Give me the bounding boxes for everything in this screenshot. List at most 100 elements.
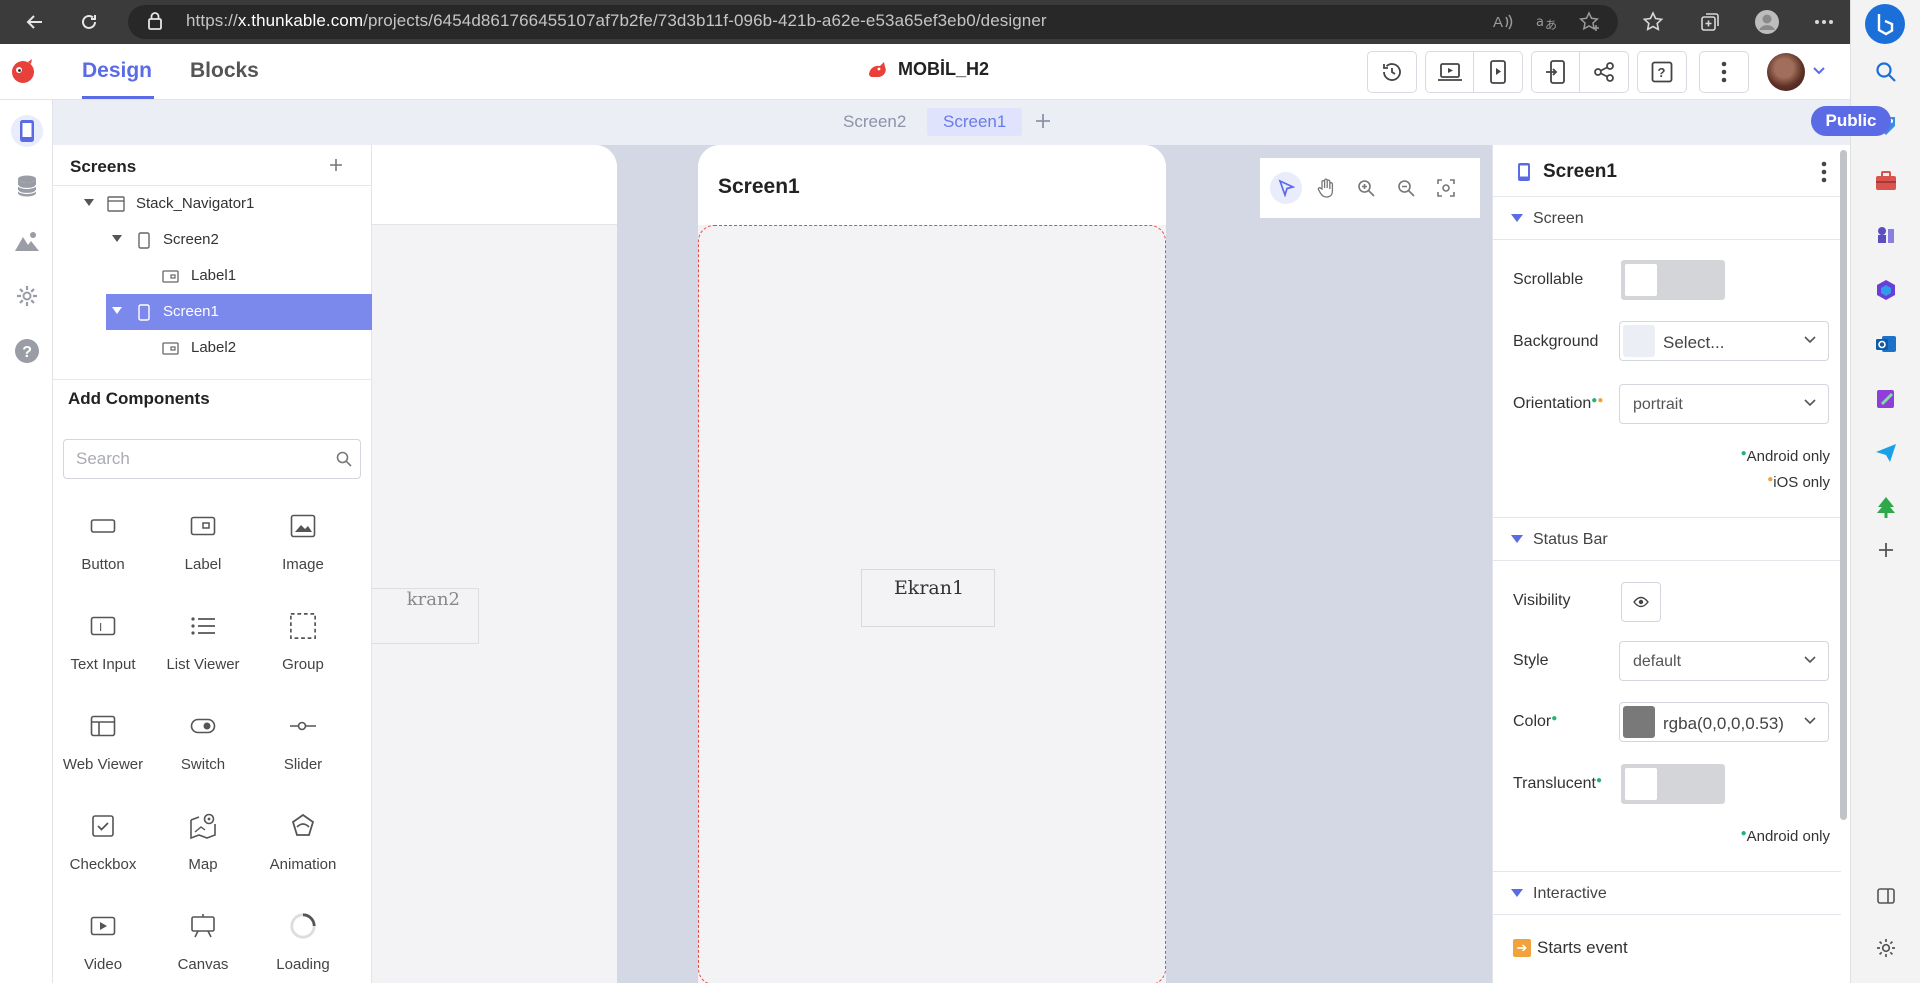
tree-icon[interactable] (1873, 494, 1899, 520)
sidebar-settings-icon[interactable] (1873, 935, 1899, 961)
send-icon[interactable] (1873, 440, 1899, 466)
m365-icon[interactable] (1873, 277, 1899, 303)
component-slider[interactable]: Slider (253, 712, 353, 802)
translucent-toggle[interactable] (1621, 764, 1725, 804)
screen1-label-box[interactable]: Ekran1 (861, 569, 995, 627)
url-text[interactable]: https://x.thunkable.com/projects/6454d86… (186, 11, 1047, 31)
component-label: Image (282, 556, 324, 573)
back-button[interactable] (20, 8, 50, 36)
thunkable-logo-icon[interactable] (10, 58, 36, 84)
color-select[interactable]: rgba(0,0,0,0.53) (1619, 702, 1829, 742)
search-input[interactable] (64, 440, 324, 478)
svg-text:?: ? (22, 344, 32, 361)
component-label[interactable]: Label (153, 512, 253, 602)
add-screen-tab-button[interactable] (1035, 113, 1051, 129)
hide-sidebar-icon[interactable] (1873, 883, 1899, 909)
tree-row-screen1[interactable]: Screen1 (106, 294, 372, 330)
tab-screen2[interactable]: Screen2 (827, 108, 922, 136)
component-group[interactable]: Group (253, 612, 353, 702)
project-title-group[interactable]: MOBİL_H2 (866, 59, 989, 80)
share-button[interactable] (1580, 52, 1628, 92)
component-image[interactable]: Image (253, 512, 353, 602)
component-video[interactable]: Video (53, 912, 153, 983)
help-button[interactable]: ? (1638, 52, 1686, 92)
component-map[interactable]: Map (153, 812, 253, 902)
component-text-input[interactable]: I Text Input (53, 612, 153, 702)
starts-event-row[interactable]: ➔ Starts event (1513, 938, 1628, 958)
version-history-button[interactable] (1368, 52, 1416, 92)
component-animation[interactable]: Animation (253, 812, 353, 902)
background-select[interactable]: Select... (1619, 321, 1829, 361)
screen2-label-box[interactable]: kran2 (372, 588, 479, 644)
assets-rail-button[interactable] (11, 225, 43, 257)
component-checkbox[interactable]: Checkbox (53, 812, 153, 902)
scrollable-toggle[interactable] (1621, 260, 1725, 300)
screen1-drop-zone[interactable]: Ekran1 (698, 225, 1166, 983)
tree-row-label1[interactable]: Label1 (53, 258, 372, 294)
component-list-viewer[interactable]: List Viewer (153, 612, 253, 702)
component-canvas[interactable]: Canvas (153, 912, 253, 983)
chevron-down-icon[interactable] (1812, 66, 1826, 76)
label-icon (189, 512, 217, 540)
section-status-bar[interactable]: Status Bar (1493, 517, 1841, 561)
outlook-icon[interactable] (1873, 331, 1899, 357)
designer-icon[interactable] (1873, 386, 1899, 412)
expand-caret-icon[interactable] (84, 199, 94, 206)
add-favorite-icon[interactable] (1577, 10, 1603, 34)
copilot-icon[interactable] (1865, 4, 1905, 44)
fit-screen-button[interactable] (1430, 172, 1462, 204)
more-menu-icon[interactable] (1811, 10, 1837, 34)
orientation-select[interactable]: portrait (1619, 384, 1829, 424)
device-preview-button[interactable] (1474, 52, 1522, 92)
screen1-preview[interactable]: Screen1 Ekran1 (698, 145, 1166, 983)
add-sidebar-icon[interactable] (1873, 537, 1899, 563)
tree-row-navigator[interactable]: Stack_Navigator1 (53, 186, 372, 222)
tools-icon[interactable] (1873, 168, 1899, 194)
translate-icon[interactable]: aあ (1533, 10, 1559, 34)
component-label: Canvas (177, 956, 229, 973)
select-tool-button[interactable] (1270, 172, 1302, 204)
more-options-button[interactable] (1700, 52, 1748, 92)
zoom-in-button[interactable] (1350, 172, 1382, 204)
screen2-preview[interactable]: kran2 (372, 145, 617, 983)
properties-scrollbar[interactable] (1840, 150, 1847, 820)
select-value: rgba(0,0,0,0.53) (1663, 714, 1784, 733)
games-icon[interactable] (1873, 222, 1899, 248)
style-select[interactable]: default (1619, 641, 1829, 681)
data-rail-button[interactable] (11, 170, 43, 202)
refresh-button[interactable] (74, 8, 104, 36)
section-screen[interactable]: Screen (1493, 196, 1841, 240)
zoom-in-icon (1358, 180, 1375, 197)
pan-tool-button[interactable] (1310, 172, 1342, 204)
visibility-button[interactable] (1621, 582, 1661, 622)
tab-screen1[interactable]: Screen1 (927, 108, 1023, 136)
collections-icon[interactable] (1697, 10, 1723, 34)
zoom-out-button[interactable] (1390, 172, 1422, 204)
component-loading[interactable]: Loading (253, 912, 353, 983)
tab-blocks[interactable]: Blocks (190, 59, 259, 83)
component-button[interactable]: Button (53, 512, 153, 602)
section-interactive[interactable]: Interactive (1493, 871, 1841, 915)
tree-row-screen2[interactable]: Screen2 (53, 222, 372, 258)
read-aloud-icon[interactable]: A (1490, 10, 1516, 34)
web-preview-button[interactable] (1426, 52, 1474, 92)
add-screen-button[interactable] (328, 157, 344, 173)
tab-design[interactable]: Design (82, 59, 152, 83)
component-web-viewer[interactable]: Web Viewer (53, 712, 153, 802)
expand-caret-icon[interactable] (112, 307, 122, 314)
favorites-icon[interactable] (1640, 10, 1666, 34)
profile-icon[interactable] (1754, 10, 1780, 34)
search-icon[interactable] (336, 451, 352, 467)
download-button[interactable] (1532, 52, 1580, 92)
tree-row-label2[interactable]: Label2 (53, 330, 372, 366)
search-icon[interactable] (1873, 59, 1899, 85)
expand-caret-icon[interactable] (112, 235, 122, 242)
help-rail-button[interactable]: ? (11, 335, 43, 367)
component-switch[interactable]: Switch (153, 712, 253, 802)
public-button[interactable]: Public (1811, 106, 1891, 136)
settings-rail-button[interactable] (11, 280, 43, 312)
design-canvas[interactable]: kran2 Screen1 Ekran1 (372, 145, 1492, 983)
avatar[interactable] (1767, 53, 1805, 91)
screens-rail-button[interactable] (11, 115, 43, 147)
vertical-dots-icon[interactable] (1821, 161, 1827, 183)
